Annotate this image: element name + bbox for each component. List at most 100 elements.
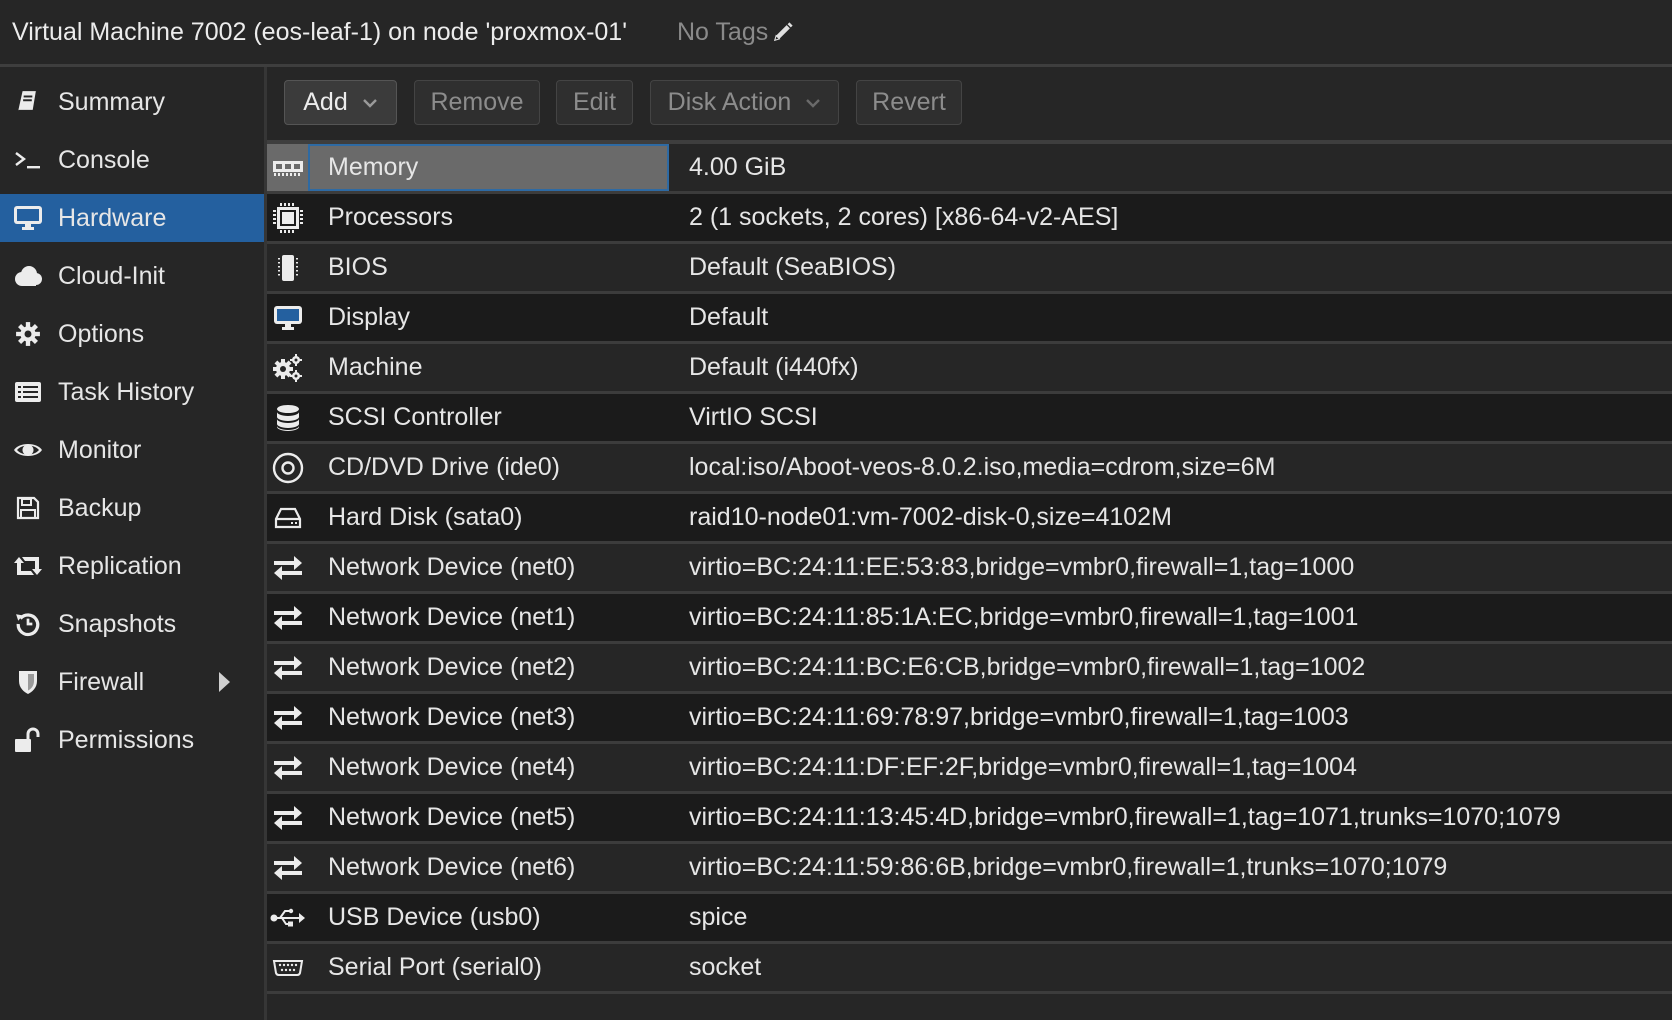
row-name: Memory <box>308 144 669 191</box>
cpu-icon <box>267 194 308 241</box>
history-icon <box>13 609 43 639</box>
edit-button[interactable]: Edit <box>556 80 633 125</box>
row-value: 4.00 GiB <box>689 153 787 181</box>
tags-label: No Tags <box>676 17 769 46</box>
table-row[interactable]: Network Device (net3) virtio=BC:24:11:69:… <box>267 694 1672 744</box>
exchange-icon <box>267 694 308 741</box>
row-name: Serial Port (serial0) <box>328 953 542 981</box>
sidebar-item-task-history[interactable]: Task History <box>0 368 264 416</box>
table-row[interactable]: BIOS Default (SeaBIOS) <box>267 244 1672 294</box>
row-name: Network Device (net2) <box>328 653 576 681</box>
sidebar-item-options[interactable]: Options <box>0 310 264 358</box>
table-row[interactable]: CD/DVD Drive (ide0) local:iso/Aboot-veos-… <box>267 444 1672 494</box>
table-row[interactable]: Serial Port (serial0) socket <box>267 944 1672 994</box>
sidebar-item-snapshots[interactable]: Snapshots <box>0 600 264 648</box>
microchip-icon <box>267 244 308 291</box>
sidebar-item-cloud-init[interactable]: Cloud-Init <box>0 252 264 300</box>
unlock-icon <box>13 725 43 755</box>
eye-icon <box>13 435 43 465</box>
sidebar-item-label: Snapshots <box>58 609 177 638</box>
sidebar-item-label: Summary <box>58 87 165 116</box>
pencil-icon[interactable] <box>768 21 794 43</box>
tags-editor[interactable]: No Tags <box>677 18 794 47</box>
exchange-icon <box>267 844 308 891</box>
sidebar-item-label: Replication <box>58 551 182 580</box>
sidebar-item-label: Options <box>58 319 145 348</box>
cdrom-icon <box>267 444 308 491</box>
row-name: Network Device (net1) <box>328 603 576 631</box>
hardware-panel: Add Remove Edit Disk Action Revert Memor… <box>267 67 1672 1020</box>
row-value: Default (i440fx) <box>689 353 859 381</box>
usb-icon <box>267 894 308 941</box>
row-name: USB Device (usb0) <box>328 903 541 931</box>
sidebar-item-replication[interactable]: Replication <box>0 542 264 590</box>
sidebar-item-summary[interactable]: Summary <box>0 78 264 126</box>
table-row[interactable]: Processors 2 (1 sockets, 2 cores) [x86-64… <box>267 194 1672 244</box>
list-alt-icon <box>13 377 43 407</box>
row-name: Network Device (net5) <box>328 803 576 831</box>
row-name: Network Device (net3) <box>328 703 576 731</box>
sidebar-item-firewall[interactable]: Firewall <box>0 658 264 706</box>
page-title: Virtual Machine 7002 (eos-leaf-1) on nod… <box>12 17 627 46</box>
row-name: Machine <box>328 353 423 381</box>
cloud-icon <box>13 261 43 291</box>
terminal-icon <box>13 145 43 175</box>
sidebar-item-console[interactable]: Console <box>0 136 264 184</box>
table-row[interactable]: Network Device (net1) virtio=BC:24:11:85:… <box>267 594 1672 644</box>
table-row[interactable]: USB Device (usb0) spice <box>267 894 1672 944</box>
row-name: Hard Disk (sata0) <box>328 503 523 531</box>
row-name: Network Device (net4) <box>328 753 576 781</box>
table-row[interactable]: Machine Default (i440fx) <box>267 344 1672 394</box>
disk-action-button[interactable]: Disk Action <box>650 80 839 125</box>
book-icon <box>13 87 43 117</box>
table-row[interactable]: Network Device (net2) virtio=BC:24:11:BC:… <box>267 644 1672 694</box>
revert-button[interactable]: Revert <box>856 80 962 125</box>
gear-icon <box>13 319 43 349</box>
remove-button-label: Remove <box>430 88 524 116</box>
retweet-icon <box>13 551 43 581</box>
sidebar-item-label: Task History <box>58 377 195 406</box>
table-row[interactable]: SCSI Controller VirtIO SCSI <box>267 394 1672 444</box>
row-value: 2 (1 sockets, 2 cores) [x86-64-v2-AES] <box>689 203 1119 231</box>
sidebar-item-backup[interactable]: Backup <box>0 484 264 532</box>
desktop-icon <box>13 203 43 233</box>
row-value: virtio=BC:24:11:69:78:97,bridge=vmbr0,fi… <box>689 703 1349 731</box>
table-row[interactable]: Memory 4.00 GiB <box>267 144 1672 194</box>
row-value: VirtIO SCSI <box>689 403 818 431</box>
row-name: Network Device (net0) <box>328 553 576 581</box>
chevron-down-icon <box>362 98 378 108</box>
memory-icon <box>267 144 308 191</box>
exchange-icon <box>267 794 308 841</box>
expand-arrow-icon[interactable] <box>219 672 230 692</box>
revert-button-label: Revert <box>872 88 946 116</box>
sidebar-item-label: Cloud-Init <box>58 261 165 290</box>
add-button-label: Add <box>303 88 348 116</box>
sidebar-item-permissions[interactable]: Permissions <box>0 716 264 764</box>
table-row[interactable]: Network Device (net0) virtio=BC:24:11:EE:… <box>267 544 1672 594</box>
table-row[interactable]: Network Device (net6) virtio=BC:24:11:59:… <box>267 844 1672 894</box>
edit-button-label: Edit <box>572 88 617 116</box>
add-button[interactable]: Add <box>284 80 397 125</box>
shield-icon <box>13 667 43 697</box>
table-row[interactable]: Network Device (net4) virtio=BC:24:11:DF:… <box>267 744 1672 794</box>
row-value: virtio=BC:24:11:BC:E6:CB,bridge=vmbr0,fi… <box>689 653 1366 681</box>
row-name: Network Device (net6) <box>328 853 576 881</box>
exchange-icon <box>267 744 308 791</box>
table-row[interactable]: Network Device (net5) virtio=BC:24:11:13:… <box>267 794 1672 844</box>
row-name: CD/DVD Drive (ide0) <box>328 453 560 481</box>
row-value: Default (SeaBIOS) <box>689 253 897 281</box>
table-row[interactable]: Hard Disk (sata0) raid10-node01:vm-7002-d… <box>267 494 1672 544</box>
row-name: BIOS <box>328 253 388 281</box>
row-value: virtio=BC:24:11:EE:53:83,bridge=vmbr0,fi… <box>689 553 1355 581</box>
row-name: Display <box>328 303 410 331</box>
remove-button[interactable]: Remove <box>414 80 540 125</box>
row-name: Processors <box>328 203 454 231</box>
row-value: virtio=BC:24:11:85:1A:EC,bridge=vmbr0,fi… <box>689 603 1359 631</box>
cogs-icon <box>267 344 308 391</box>
sidebar-item-hardware[interactable]: Hardware <box>0 194 264 242</box>
row-value: socket <box>689 953 762 981</box>
table-row[interactable]: Display Default <box>267 294 1672 344</box>
row-name: SCSI Controller <box>328 403 502 431</box>
sidebar-item-monitor[interactable]: Monitor <box>0 426 264 474</box>
row-value: spice <box>689 903 748 931</box>
